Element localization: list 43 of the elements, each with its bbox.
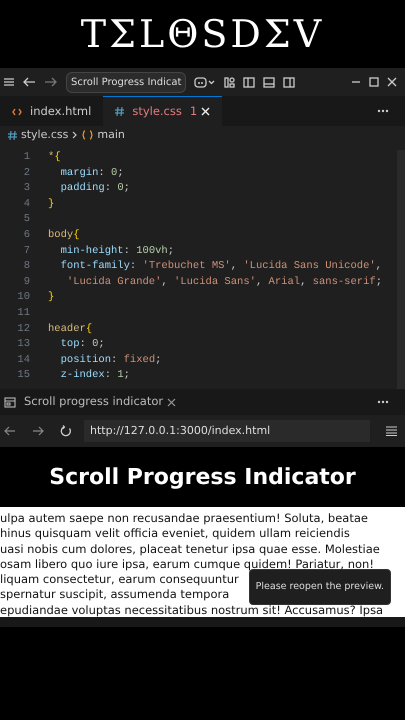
line-number: 3 [22, 181, 30, 196]
line-number: 5 [22, 212, 30, 228]
url-field[interactable]: http://127.0.0.1:3000/index.html [84, 420, 370, 442]
page-heading: Scroll Progress Indicator [49, 464, 356, 492]
paragraph-line: liquam consectetur, earum consequuntur [0, 572, 239, 588]
paragraph-line: ulpa autem saepe non recusandae praesentium! Soluta, beatae [0, 511, 368, 526]
code-line: margin: 0; [60, 166, 124, 181]
paragraph-line: spernatur suscipit, assumenda tempora [0, 587, 230, 603]
code-line: padding: 0; [60, 181, 130, 196]
code-line: z-index: 1; [60, 368, 130, 384]
code-line: min-height: 100vh; [60, 244, 174, 259]
line-number: 12 [16, 322, 30, 337]
code-line: *{ [47, 150, 61, 165]
line-number: 2 [22, 166, 30, 181]
logo: TΣLΘSDΣV [80, 15, 324, 53]
code-line: top: 0; [60, 337, 105, 352]
line-number: 10 [16, 290, 30, 306]
line-number: 7 [22, 244, 30, 259]
code-line: position: fixed; [60, 352, 162, 368]
code-line: 'Lucida Grande', 'Lucida Sans', Arial, sans-serif; [66, 274, 382, 290]
code-line: } [47, 196, 54, 212]
search-field[interactable]: Scroll Progress Indicat [66, 72, 186, 92]
line-number: 6 [22, 228, 30, 243]
line-number: 14 [16, 352, 30, 368]
line-number: 13 [16, 337, 30, 352]
paragraph-line: uasi nobis cum dolores, placeat tenetur ipsa quae esse. Molestiae [0, 542, 380, 557]
code-line: body{ [47, 228, 80, 243]
code-line: font-family: 'Trebuchet MS', 'Lucida Sans Unicode', [60, 259, 382, 274]
line-number: 9 [22, 274, 30, 290]
line-number: 15 [16, 368, 30, 384]
paragraph-line: hinus quisquam velit officia eveniet, quidem ullam reiciendis [0, 526, 350, 542]
code-line: } [47, 290, 54, 306]
line-number: 8 [22, 259, 30, 274]
line-number: 1 [22, 150, 30, 165]
paragraph-line: epudiandae voluptas necessitatibus nostrum sit! Accusamus? Ipsa [0, 602, 384, 617]
code-line: header{ [47, 322, 92, 337]
line-number: 4 [22, 196, 30, 212]
editor-tab[interactable]: style.css 1 [103, 96, 222, 126]
line-number: 11 [16, 306, 30, 321]
notification-toast: Please reopen the preview. [248, 569, 391, 606]
breadcrumb-item[interactable]: main [97, 126, 125, 144]
breadcrumb-item[interactable]: style.css [21, 126, 68, 144]
editor-tab[interactable]: index.html [0, 96, 104, 126]
